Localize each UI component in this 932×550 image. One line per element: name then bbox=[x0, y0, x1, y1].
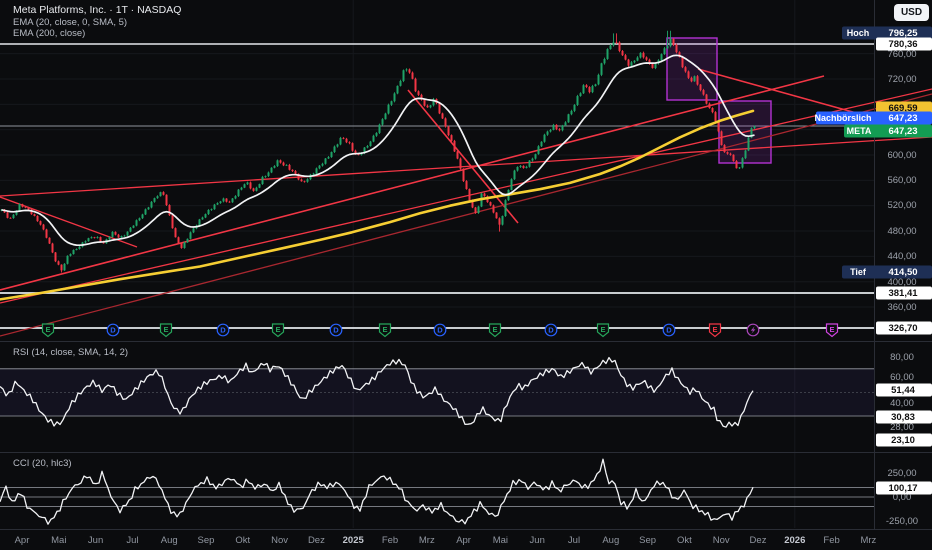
axis-label: 51,44 bbox=[891, 385, 915, 396]
rsi-pane-title[interactable]: RSI (14, close, SMA, 14, 2) bbox=[13, 347, 128, 358]
axis-label: Aug bbox=[602, 535, 619, 546]
price-chart-canvas[interactable]: E D E D E D E D E D E D E E 760,00 720,00 600,00 560,00 52… bbox=[0, 0, 932, 550]
axis-label: Hoch bbox=[847, 28, 870, 38]
axis-label: 520,00 bbox=[887, 200, 916, 211]
axis-label: Apr bbox=[456, 535, 471, 546]
price-label-chip: 381,41 bbox=[876, 286, 932, 300]
axis-label: 780,36 bbox=[888, 39, 917, 50]
axis-label: 400,00 bbox=[887, 277, 916, 288]
axis-label: 600,00 bbox=[887, 150, 916, 161]
cci-pane-title[interactable]: CCI (20, hlc3) bbox=[13, 458, 72, 469]
axis-label: 28,00 bbox=[890, 422, 914, 433]
axis-label: Mrz bbox=[860, 535, 876, 546]
axis-label: E bbox=[829, 325, 834, 334]
axis-label: E bbox=[600, 325, 605, 334]
ema20-legend[interactable]: EMA (20, close, 0, SMA, 5) bbox=[13, 17, 127, 28]
axis-label: Jun bbox=[530, 535, 545, 546]
axis-label: 2025 bbox=[343, 535, 365, 546]
axis-label: E bbox=[712, 325, 717, 334]
axis-label: Nov bbox=[271, 535, 288, 546]
axis-label: 40,00 bbox=[890, 398, 914, 409]
price-label-chip: 51,44 bbox=[876, 383, 932, 397]
axis-label: 250,00 bbox=[887, 468, 916, 479]
axis-label: 796,25 bbox=[888, 28, 918, 39]
axis-label: E bbox=[382, 325, 387, 334]
axis-label: 440,00 bbox=[887, 251, 916, 262]
price-label-chip: 23,10 bbox=[876, 433, 932, 447]
axis-label: 480,00 bbox=[887, 226, 916, 237]
axis-label: Aug bbox=[161, 535, 178, 546]
axis-label: 720,00 bbox=[887, 74, 916, 85]
axis-label: Nachbörslich bbox=[814, 113, 871, 123]
axis-label: E bbox=[163, 325, 168, 334]
axis-label: 647,23 bbox=[888, 113, 917, 124]
axis-label: D bbox=[437, 325, 443, 334]
axis-label: Okt bbox=[235, 535, 250, 546]
symbol-legend[interactable]: Meta Platforms, Inc. · 1T · NASDAQ bbox=[13, 4, 181, 16]
axis-label: D bbox=[110, 325, 116, 334]
axis-label: META bbox=[847, 126, 872, 136]
flash-badge[interactable] bbox=[746, 323, 760, 337]
axis-label: 414,50 bbox=[888, 267, 917, 278]
axis-label: Mai bbox=[51, 535, 66, 546]
currency-toggle-button[interactable]: USD bbox=[894, 4, 929, 21]
axis-label: 560,00 bbox=[887, 175, 916, 186]
dividend-badge[interactable]: D bbox=[106, 323, 120, 337]
axis-label: E bbox=[492, 325, 497, 334]
axis-label: 381,41 bbox=[888, 288, 918, 299]
axis-label: 326,70 bbox=[888, 323, 917, 334]
axis-label: 2026 bbox=[784, 535, 805, 546]
price-label-chip: 30,83 bbox=[876, 410, 932, 424]
axis-label: 30,83 bbox=[891, 412, 915, 423]
axis-label: Sep bbox=[639, 535, 656, 546]
axis-label: Feb bbox=[382, 535, 398, 546]
axis-label: 80,00 bbox=[890, 352, 914, 363]
axis-label: 60,00 bbox=[890, 372, 914, 383]
trading-chart-app: E D E D E D E D E D E D E E 760,00 720,00 600,00 560,00 52… bbox=[0, 0, 932, 550]
drawing-rectangle[interactable] bbox=[666, 37, 718, 101]
axis-label: Feb bbox=[823, 535, 839, 546]
ema200-legend[interactable]: EMA (200, close) bbox=[13, 28, 85, 39]
axis-label: Sep bbox=[198, 535, 215, 546]
price-label-chip: 100,17 bbox=[876, 481, 932, 495]
price-label-chip: 326,70 bbox=[876, 321, 932, 335]
axis-label: -250,00 bbox=[886, 516, 918, 527]
axis-label: Dez bbox=[308, 535, 325, 546]
axis-label: 100,17 bbox=[888, 483, 917, 494]
axis-label: D bbox=[220, 325, 226, 334]
axis-label: E bbox=[45, 325, 50, 334]
axis-label: 760,00 bbox=[887, 49, 916, 60]
price-label-chip: Tief 414,50 bbox=[842, 265, 932, 279]
axis-label: Jul bbox=[126, 535, 138, 546]
axis-label: Jun bbox=[88, 535, 103, 546]
price-label-chip: Nachbörslich 647,23 bbox=[814, 111, 932, 125]
axis-label: E bbox=[275, 325, 280, 334]
axis-label: Dez bbox=[750, 535, 767, 546]
dividend-badge[interactable]: D bbox=[216, 323, 230, 337]
axis-label: Mrz bbox=[419, 535, 435, 546]
axis-label: 360,00 bbox=[887, 302, 916, 313]
dividend-badge[interactable]: D bbox=[544, 323, 558, 337]
price-label-chip: 780,36 bbox=[876, 37, 932, 51]
axis-label: D bbox=[333, 325, 339, 334]
axis-label: Tief bbox=[850, 267, 867, 277]
dividend-badge[interactable]: D bbox=[662, 323, 676, 337]
axis-label: Apr bbox=[15, 535, 30, 546]
axis-label: Nov bbox=[713, 535, 730, 546]
axis-label: D bbox=[666, 325, 672, 334]
axis-label: 647,23 bbox=[888, 126, 917, 137]
axis-label: Okt bbox=[677, 535, 692, 546]
axis-label: Mai bbox=[493, 535, 508, 546]
dividend-badge[interactable]: D bbox=[329, 323, 343, 337]
price-label-chip: META 647,23 bbox=[844, 124, 932, 138]
axis-label: D bbox=[548, 325, 554, 334]
axis-label: Jul bbox=[568, 535, 580, 546]
axis-label: 23,10 bbox=[891, 435, 915, 446]
dividend-badge[interactable]: D bbox=[433, 323, 447, 337]
